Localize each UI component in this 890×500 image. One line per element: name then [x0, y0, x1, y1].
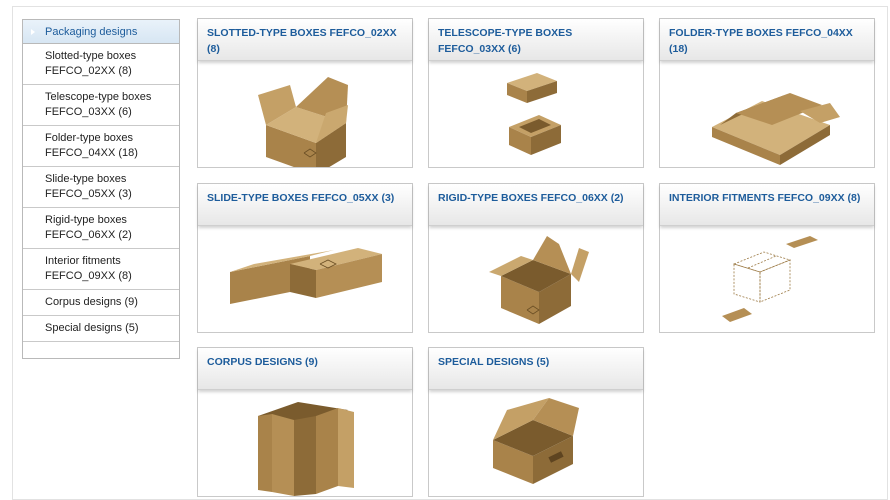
category-card-slide[interactable]: SLIDE-TYPE BOXES FEFCO_05XX (3) [197, 183, 413, 333]
interior-fitment-icon[interactable] [660, 230, 874, 332]
card-title-link[interactable]: RIGID-TYPE BOXES FEFCO_06XX (2) [438, 190, 635, 206]
sidebar-empty-row [23, 342, 179, 358]
card-header: TELESCOPE-TYPE BOXES FEFCO_03XX (6) [429, 19, 643, 61]
category-sidebar: Packaging designs Slotted-type boxes FEF… [22, 19, 180, 359]
category-card-interior[interactable]: INTERIOR FITMENTS FEFCO_09XX (8) [659, 183, 875, 333]
caret-right-icon [31, 29, 35, 35]
folder-box-icon[interactable] [660, 65, 874, 167]
card-header: INTERIOR FITMENTS FEFCO_09XX (8) [660, 184, 874, 226]
category-card-folder[interactable]: FOLDER-TYPE BOXES FEFCO_04XX (18) [659, 18, 875, 168]
sidebar-item-slide[interactable]: Slide-type boxes FEFCO_05XX (3) [23, 167, 179, 208]
sidebar-item-interior[interactable]: Interior fitments FEFCO_09XX (8) [23, 249, 179, 290]
sidebar-header-label: Packaging designs [45, 26, 138, 38]
sidebar-item-slotted[interactable]: Slotted-type boxes FEFCO_02XX (8) [23, 44, 179, 85]
card-title-link[interactable]: SLOTTED-TYPE BOXES FEFCO_02XX (8) [207, 25, 404, 57]
card-title-link[interactable]: TELESCOPE-TYPE BOXES FEFCO_03XX (6) [438, 25, 635, 57]
slotted-box-icon[interactable] [198, 65, 412, 167]
card-header: FOLDER-TYPE BOXES FEFCO_04XX (18) [660, 19, 874, 61]
card-title-link[interactable]: FOLDER-TYPE BOXES FEFCO_04XX (18) [669, 25, 866, 57]
card-title-link[interactable]: CORPUS DESIGNS (9) [207, 354, 404, 370]
special-box-icon[interactable] [429, 394, 643, 496]
category-card-telescope[interactable]: TELESCOPE-TYPE BOXES FEFCO_03XX (6) [428, 18, 644, 168]
category-card-rigid[interactable]: RIGID-TYPE BOXES FEFCO_06XX (2) [428, 183, 644, 333]
card-header: SPECIAL DESIGNS (5) [429, 348, 643, 390]
sidebar-item-special[interactable]: Special designs (5) [23, 316, 179, 342]
card-header: SLIDE-TYPE BOXES FEFCO_05XX (3) [198, 184, 412, 226]
category-card-special[interactable]: SPECIAL DESIGNS (5) [428, 347, 644, 497]
card-header: RIGID-TYPE BOXES FEFCO_06XX (2) [429, 184, 643, 226]
sidebar-item-rigid[interactable]: Rigid-type boxes FEFCO_06XX (2) [23, 208, 179, 249]
card-header: CORPUS DESIGNS (9) [198, 348, 412, 390]
telescope-box-icon[interactable] [429, 65, 643, 167]
category-card-corpus[interactable]: CORPUS DESIGNS (9) [197, 347, 413, 497]
rigid-box-icon[interactable] [429, 230, 643, 332]
sidebar-item-corpus[interactable]: Corpus designs (9) [23, 290, 179, 316]
card-title-link[interactable]: INTERIOR FITMENTS FEFCO_09XX (8) [669, 190, 866, 206]
slide-box-icon[interactable] [198, 230, 412, 332]
card-title-link[interactable]: SPECIAL DESIGNS (5) [438, 354, 635, 370]
corpus-box-icon[interactable] [198, 394, 412, 496]
category-card-slotted[interactable]: SLOTTED-TYPE BOXES FEFCO_02XX (8) [197, 18, 413, 168]
sidebar-item-folder[interactable]: Folder-type boxes FEFCO_04XX (18) [23, 126, 179, 167]
card-title-link[interactable]: SLIDE-TYPE BOXES FEFCO_05XX (3) [207, 190, 404, 206]
sidebar-header[interactable]: Packaging designs [23, 20, 179, 44]
sidebar-item-telescope[interactable]: Telescope-type boxes FEFCO_03XX (6) [23, 85, 179, 126]
card-header: SLOTTED-TYPE BOXES FEFCO_02XX (8) [198, 19, 412, 61]
